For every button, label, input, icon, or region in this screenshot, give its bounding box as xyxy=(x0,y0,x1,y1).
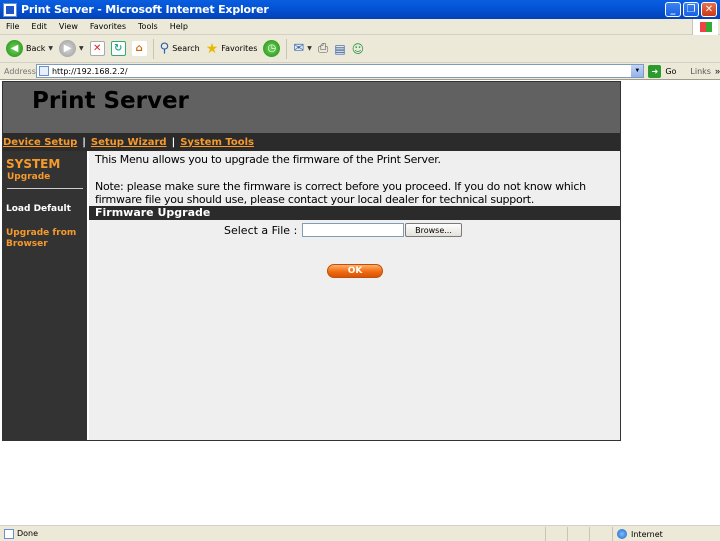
page-viewport: Print Server Device Setup | Setup Wizard… xyxy=(0,80,720,525)
address-url: http://192.168.2.2/ xyxy=(51,66,128,76)
sidebar-item-load-default[interactable]: Load Default xyxy=(6,204,71,214)
search-icon: ⚲ xyxy=(159,41,170,56)
toolbar-divider xyxy=(152,38,154,59)
search-label: Search xyxy=(172,44,200,53)
star-icon: ★ xyxy=(205,40,219,57)
links-button[interactable]: Links xyxy=(690,67,711,76)
file-path-input[interactable] xyxy=(302,223,404,237)
back-button[interactable]: ◀ Back ▼ xyxy=(6,40,53,57)
stop-button[interactable]: ✕ xyxy=(89,41,105,56)
status-text: Done xyxy=(17,529,39,538)
page-done-icon xyxy=(4,528,14,539)
menu-favorites[interactable]: Favorites xyxy=(84,22,132,31)
browse-button[interactable]: Browse... xyxy=(405,223,462,237)
page-title: Print Server xyxy=(32,88,189,114)
address-dropdown-icon[interactable]: ▼ xyxy=(631,65,644,77)
toolbar-divider xyxy=(286,38,288,59)
nav-setup-wizard[interactable]: Setup Wizard xyxy=(91,137,167,148)
go-label: Go xyxy=(665,66,677,76)
nav-separator: | xyxy=(171,136,176,148)
menu-tools[interactable]: Tools xyxy=(132,22,164,31)
page-header: Print Server xyxy=(3,82,620,133)
forward-arrow-icon: ▶ xyxy=(59,40,77,57)
print-server-panel: Print Server Device Setup | Setup Wizard… xyxy=(2,81,621,441)
main-content: This Menu allows you to upgrade the firm… xyxy=(89,151,620,440)
chevron-right-icon[interactable]: » xyxy=(715,66,720,76)
sidebar-current-page: Upgrade xyxy=(7,172,51,182)
home-icon: ⌂ xyxy=(131,41,147,56)
history-icon: ◷ xyxy=(263,40,281,57)
address-bar: Address http://192.168.2.2/ ▼ ➜ Go Links… xyxy=(0,63,720,80)
nav-device-setup[interactable]: Device Setup xyxy=(3,137,77,148)
close-button[interactable]: ✕ xyxy=(701,2,717,17)
back-arrow-icon: ◀ xyxy=(6,40,23,57)
favorites-button[interactable]: ★ Favorites xyxy=(206,41,258,57)
title-bar: Print Server - Microsoft Internet Explor… xyxy=(0,0,720,19)
toolbar: ◀ Back ▼ ▶ ▼ ✕ ↻ ⌂ ⚲ Search ★ Favorites … xyxy=(0,35,720,63)
go-arrow-icon: ➜ xyxy=(648,64,662,78)
refresh-button[interactable]: ↻ xyxy=(110,41,126,56)
edit-button[interactable]: ▤ xyxy=(334,42,345,56)
print-button[interactable]: ⎙ xyxy=(318,41,328,56)
sidebar: SYSTEM Upgrade Load Default Upgrade from… xyxy=(3,151,87,440)
back-label: Back xyxy=(26,44,46,53)
search-button[interactable]: ⚲ Search xyxy=(160,41,200,56)
back-dropdown-icon[interactable]: ▼ xyxy=(48,45,53,52)
messenger-icon: ☺ xyxy=(351,41,365,56)
maximize-button[interactable]: ❐ xyxy=(683,2,699,17)
intro-text: This Menu allows you to upgrade the firm… xyxy=(95,153,441,166)
refresh-icon: ↻ xyxy=(110,41,126,56)
address-label: Address xyxy=(4,66,36,76)
stop-icon: ✕ xyxy=(89,41,105,56)
mail-icon: ✉ xyxy=(293,41,305,56)
favorites-label: Favorites xyxy=(221,44,258,53)
minimize-button[interactable]: _ xyxy=(665,2,681,17)
menu-view[interactable]: View xyxy=(53,22,84,31)
mail-button[interactable]: ✉ ▼ xyxy=(293,41,312,56)
sidebar-item-upgrade-from-browser[interactable]: Upgrade from Browser xyxy=(6,228,78,250)
sidebar-section-title: SYSTEM xyxy=(6,157,61,171)
nav-system-tools[interactable]: System Tools xyxy=(180,137,254,148)
menu-edit[interactable]: Edit xyxy=(25,22,53,31)
address-input[interactable]: http://192.168.2.2/ ▼ xyxy=(35,64,645,78)
page-icon xyxy=(38,66,49,76)
window-title: Print Server - Microsoft Internet Explor… xyxy=(21,3,269,16)
status-bar: Done Internet xyxy=(0,525,720,541)
globe-icon xyxy=(617,529,627,539)
sidebar-divider xyxy=(7,188,83,189)
note-text: Note: please make sure the firmware is c… xyxy=(95,180,586,206)
forward-dropdown-icon[interactable]: ▼ xyxy=(79,45,84,52)
history-button[interactable]: ◷ xyxy=(263,40,281,57)
edit-icon: ▤ xyxy=(334,41,346,56)
zone-label: Internet xyxy=(631,529,663,539)
top-nav: Device Setup | Setup Wizard | System Too… xyxy=(3,133,620,151)
nav-separator: | xyxy=(82,136,86,148)
status-cell xyxy=(545,527,567,541)
messenger-button[interactable]: ☺ xyxy=(352,42,365,56)
status-cell xyxy=(589,527,612,541)
home-button[interactable]: ⌂ xyxy=(131,41,147,56)
select-file-label: Select a File : xyxy=(224,224,298,237)
ok-button[interactable]: OK xyxy=(327,264,383,278)
status-cell xyxy=(567,527,589,541)
printer-icon: ⎙ xyxy=(317,41,329,56)
windows-logo-icon xyxy=(692,19,718,35)
go-button[interactable]: ➜ Go xyxy=(648,64,677,78)
forward-button[interactable]: ▶ ▼ xyxy=(59,40,84,57)
menu-help[interactable]: Help xyxy=(164,22,194,31)
page-body: SYSTEM Upgrade Load Default Upgrade from… xyxy=(3,151,620,440)
menu-file[interactable]: File xyxy=(0,22,25,31)
menu-bar: File Edit View Favorites Tools Help xyxy=(0,19,720,35)
ie-icon xyxy=(3,2,17,17)
security-zone: Internet xyxy=(612,527,720,541)
section-header: Firmware Upgrade xyxy=(89,206,620,220)
mail-dropdown-icon[interactable]: ▼ xyxy=(307,45,312,52)
